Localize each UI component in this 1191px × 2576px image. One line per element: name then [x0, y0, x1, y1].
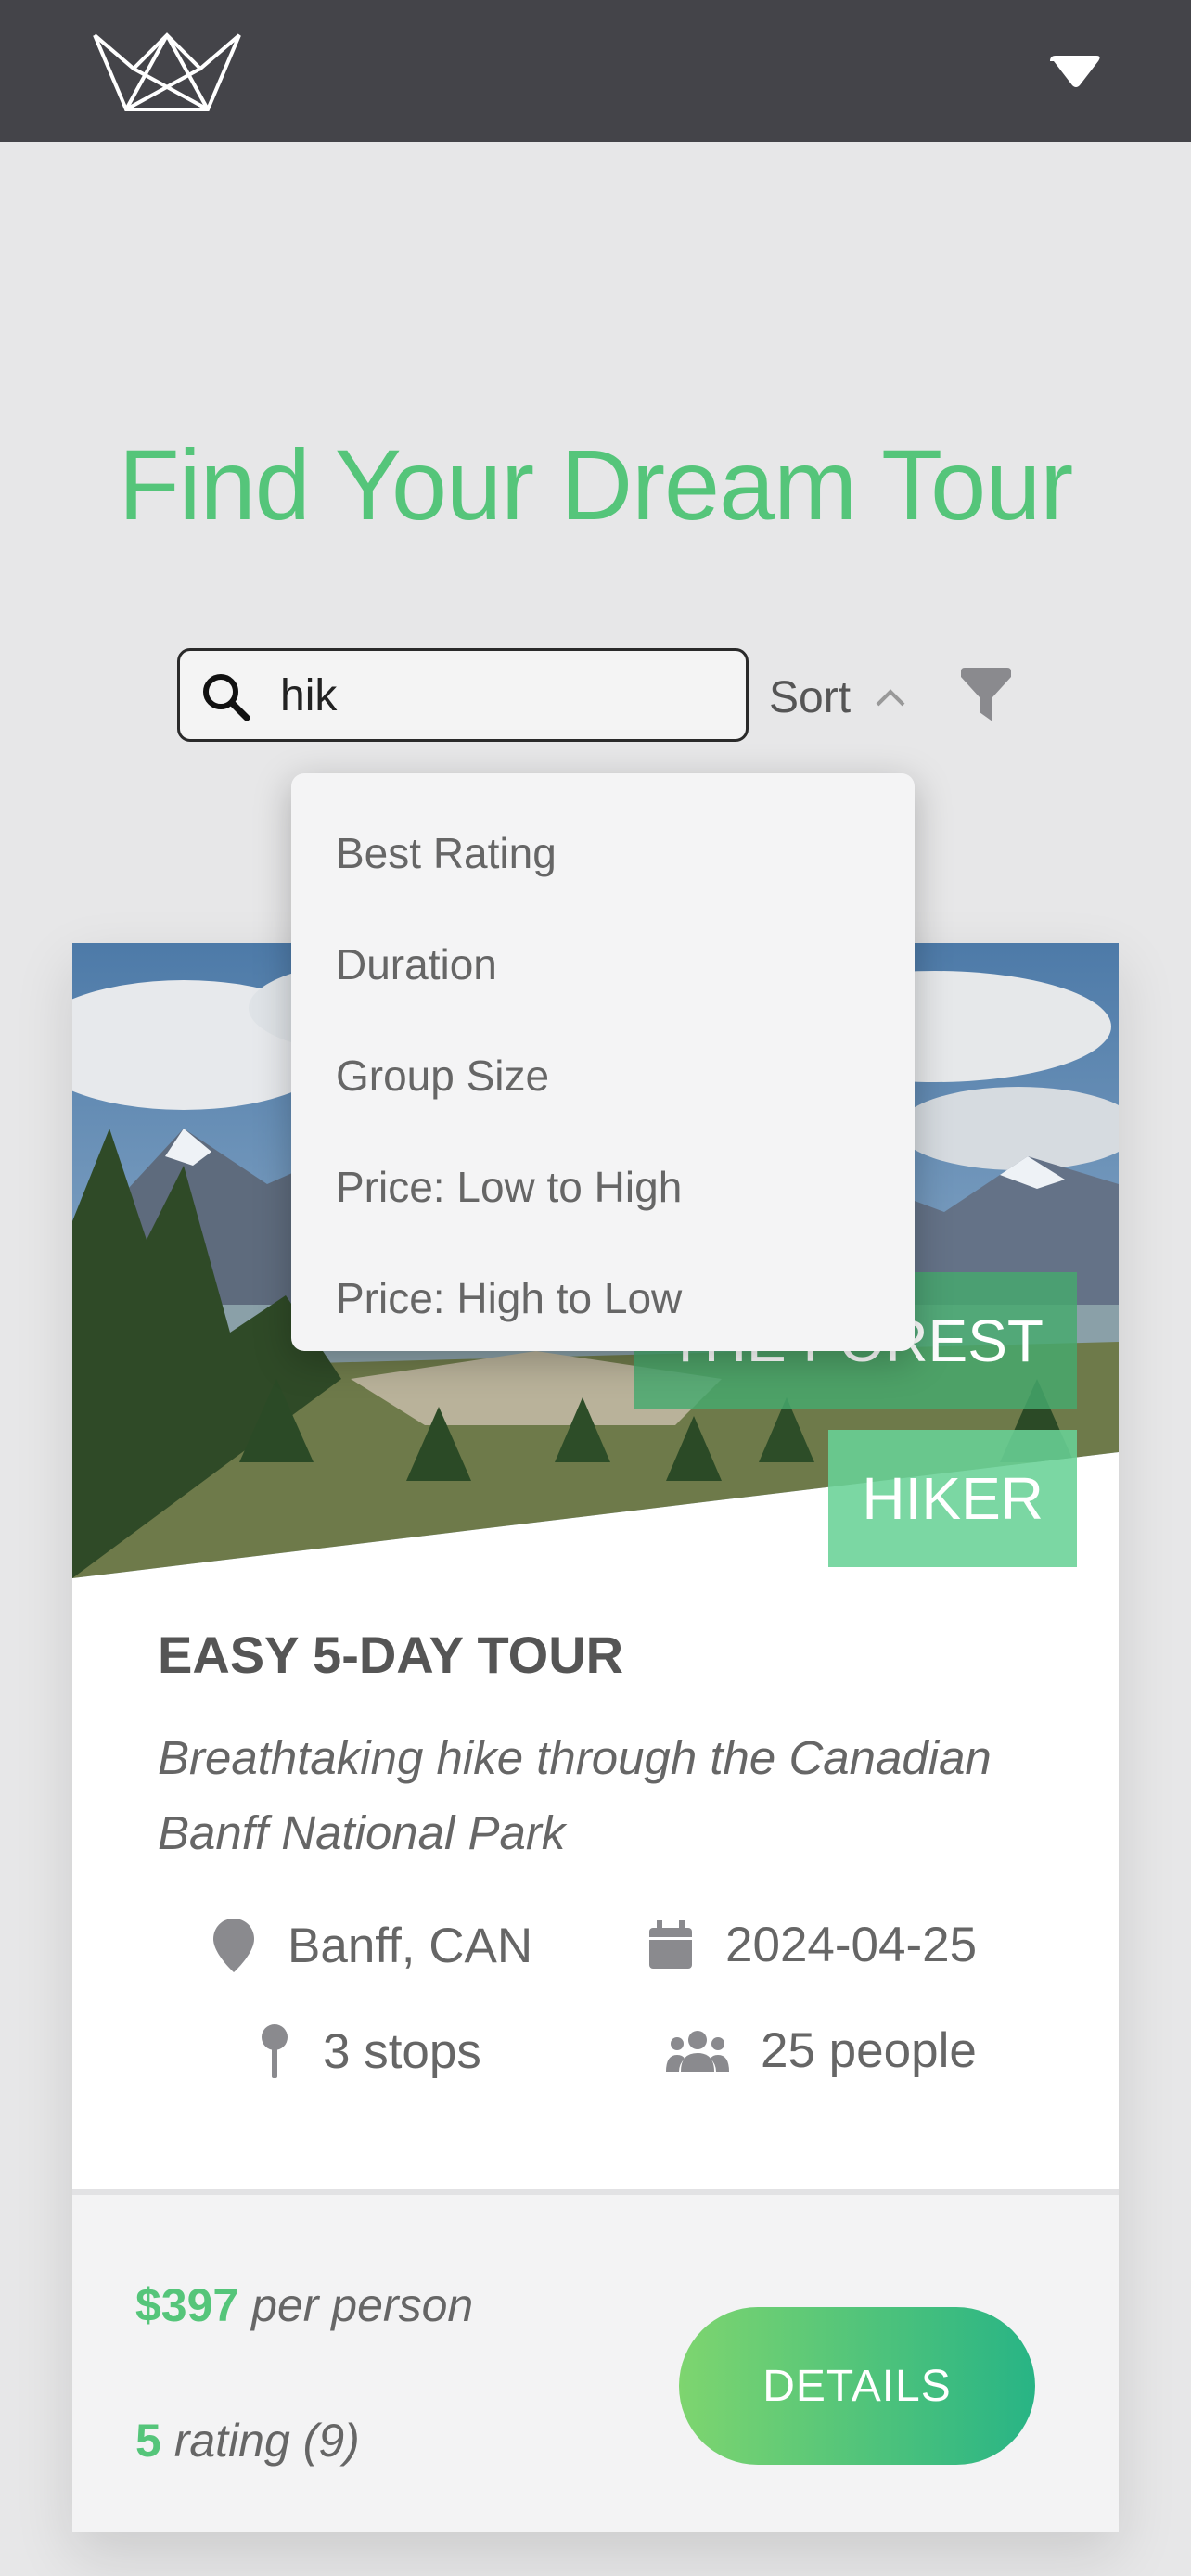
tour-rating-suffix: rating (9) — [173, 2415, 360, 2467]
sort-option-price-high-low[interactable]: Price: High to Low — [291, 1243, 915, 1354]
crown-logo-icon[interactable] — [89, 30, 245, 113]
chevron-up-icon — [876, 689, 905, 707]
tour-description: Breathtaking hike through the Canadian B… — [158, 1731, 992, 1859]
tour-rating-value: 5 — [135, 2415, 161, 2467]
tour-date: 2024-04-25 — [647, 1917, 977, 1973]
calendar-icon — [649, 1919, 692, 1969]
filter-icon[interactable] — [959, 668, 1013, 723]
sort-button[interactable]: Sort — [769, 660, 906, 734]
tour-tag-line2: HIKER — [828, 1430, 1077, 1567]
tour-stops-text: 3 stops — [323, 2023, 481, 2079]
tour-price: $397 per person — [135, 2278, 473, 2332]
map-pin-icon — [213, 1919, 254, 1972]
search-icon — [203, 674, 250, 721]
tour-title: EASY 5-DAY TOUR — [158, 1626, 624, 1684]
tour-location-text: Banff, CAN — [288, 1918, 533, 1973]
page-title: Find Your Dream Tour — [118, 428, 1074, 541]
tour-card-footer: $397 per person 5 rating (9) DETAILS — [72, 2189, 1119, 2532]
sort-option-duration[interactable]: Duration — [291, 909, 915, 1020]
tour-location: Banff, CAN — [211, 1917, 532, 1974]
tour-rating: 5 rating (9) — [135, 2414, 360, 2468]
top-navbar — [0, 0, 1191, 142]
sort-label: Sort — [769, 672, 852, 722]
search-box[interactable] — [177, 648, 749, 742]
tour-date-text: 2024-04-25 — [725, 1918, 978, 1972]
tour-stops: 3 stops — [258, 2022, 481, 2080]
tour-price-value: $397 — [135, 2279, 239, 2331]
users-icon — [666, 2030, 729, 2072]
sort-dropdown: Best Rating Duration Group Size Price: L… — [291, 773, 915, 1351]
tour-price-suffix: per person — [251, 2279, 474, 2331]
sort-option-best-rating[interactable]: Best Rating — [291, 797, 915, 909]
sort-option-price-low-high[interactable]: Price: Low to High — [291, 1131, 915, 1243]
details-button[interactable]: DETAILS — [679, 2307, 1035, 2465]
search-input[interactable] — [280, 666, 725, 725]
chevron-down-icon[interactable] — [1046, 54, 1106, 91]
tour-group-size: 25 people — [666, 2022, 977, 2079]
sort-option-group-size[interactable]: Group Size — [291, 1020, 915, 1131]
tour-group-text: 25 people — [761, 2023, 977, 2078]
pushpin-icon — [262, 2024, 288, 2078]
